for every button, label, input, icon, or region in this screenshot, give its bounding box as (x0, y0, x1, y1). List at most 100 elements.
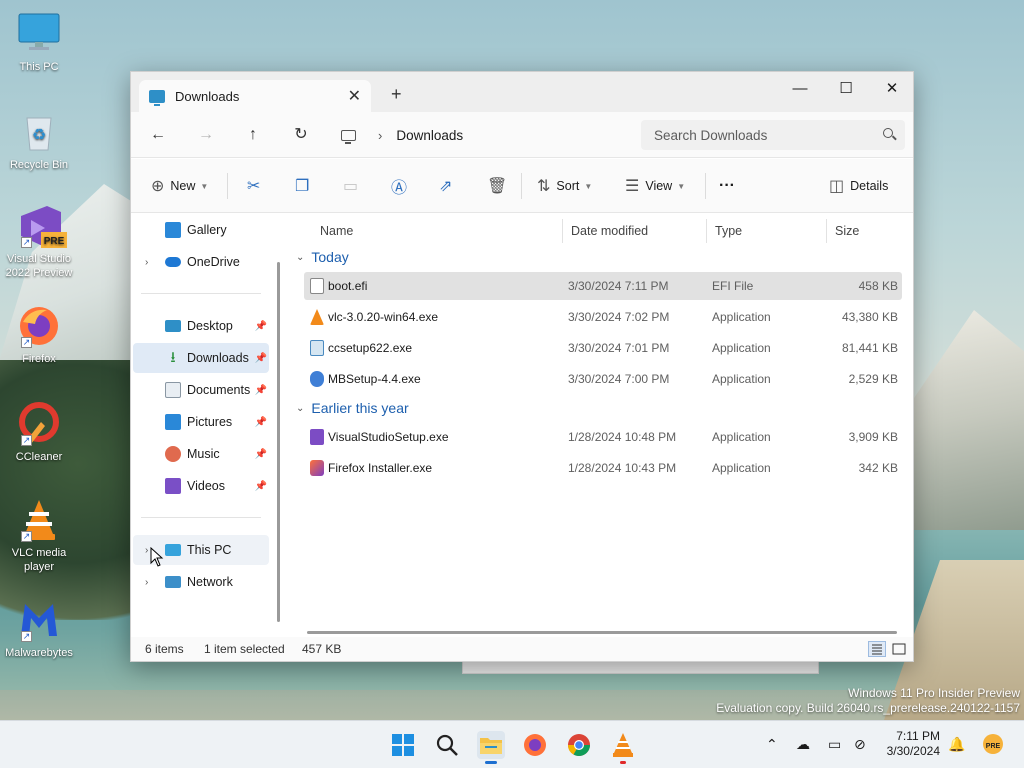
copilot-pre-icon[interactable]: PRE (982, 733, 1004, 758)
taskbar-chrome[interactable] (565, 731, 593, 759)
desktop-icon (165, 320, 181, 332)
taskbar-firefox[interactable] (521, 731, 549, 759)
paste-button[interactable]: ▭ (343, 175, 364, 197)
nav-item-downloads[interactable]: ⭳ Downloads 📌 (133, 343, 269, 373)
column-header-date-modified[interactable]: Date modified (562, 219, 706, 243)
blank-file-icon (310, 278, 324, 294)
nav-item-label: Documents (187, 383, 251, 397)
nav-item-pictures[interactable]: Pictures 📌 (133, 407, 269, 437)
pin-icon[interactable]: 📌 (255, 449, 267, 460)
nav-item-gallery[interactable]: Gallery (133, 215, 269, 245)
display-icon[interactable]: ▭ (828, 736, 841, 753)
horizontal-scrollbar[interactable] (307, 631, 897, 634)
cut-button[interactable]: ✂ (247, 175, 266, 197)
nav-item-onedrive[interactable]: › OneDrive (133, 247, 269, 277)
desktop-icon-visual-studio[interactable]: PRE ↗ Visual Studio 2022 Preview (2, 204, 76, 280)
group-header-earlier-this-year[interactable]: ⌄ Earlier this year (296, 397, 409, 419)
tiles-view-button[interactable] (890, 641, 908, 657)
file-name: Firefox Installer.exe (328, 461, 433, 475)
column-header-type[interactable]: Type (706, 219, 826, 243)
refresh-icon[interactable]: ↻ (290, 124, 312, 146)
search-input[interactable] (654, 127, 864, 143)
desktop-icon-ccleaner[interactable]: ↗ CCleaner (2, 402, 76, 464)
forward-arrow-icon[interactable]: → (195, 124, 217, 146)
pin-icon[interactable]: 📌 (255, 353, 267, 364)
close-tab-icon[interactable]: ✕ (348, 86, 361, 106)
taskbar-file-explorer[interactable] (477, 731, 505, 764)
copy-icon: ❐ (295, 178, 310, 195)
malwarebytes-installer-icon (310, 371, 324, 387)
pin-icon[interactable]: 📌 (255, 417, 267, 428)
pin-icon[interactable]: 📌 (255, 385, 267, 396)
title-bar[interactable]: Downloads ✕ + — ☐ ✕ (131, 72, 913, 112)
breadcrumb[interactable]: › Downloads (337, 120, 627, 150)
taskbar-search-button[interactable] (433, 731, 461, 759)
notification-bell-icon[interactable]: 🔔 (948, 736, 965, 753)
chevron-right-icon[interactable]: › (145, 257, 148, 268)
minimize-button[interactable]: — (777, 72, 823, 104)
system-clock[interactable]: 7:11 PM 3/30/2024 (878, 729, 940, 759)
nav-item-network[interactable]: › Network (133, 567, 269, 597)
new-button[interactable]: ⊕ New ▼ (151, 175, 208, 197)
search-icon[interactable] (883, 128, 893, 138)
details-pane-button[interactable]: ◫ Details (829, 175, 888, 197)
new-tab-button[interactable]: + (391, 84, 402, 105)
chevron-right-icon[interactable]: › (145, 577, 148, 588)
desktop-icon-this-pc[interactable]: This PC (2, 12, 76, 74)
search-box[interactable] (641, 120, 905, 150)
rename-button[interactable]: Ⓐ (391, 175, 413, 197)
column-header-name[interactable]: Name (312, 219, 564, 243)
desktop-icon-malwarebytes[interactable]: ↗ Malwarebytes (2, 598, 76, 660)
taskbar-vlc[interactable] (609, 731, 637, 764)
status-selection: 1 item selected (204, 642, 285, 656)
desktop-icon-vlc[interactable]: ↗ VLC media player (2, 498, 76, 574)
copy-button[interactable]: ❐ (295, 175, 315, 197)
chevron-right-icon[interactable]: › (145, 545, 148, 556)
desktop-icon-label: Visual Studio 2022 Preview (5, 253, 73, 279)
file-row[interactable]: Firefox Installer.exe 1/28/2024 10:43 PM… (304, 454, 902, 482)
nav-divider (141, 293, 261, 294)
sort-button[interactable]: ⇅ Sort ▼ (537, 175, 592, 197)
share-button[interactable]: ⇗ (439, 175, 458, 197)
more-options-button[interactable]: ··· (719, 175, 735, 197)
pc-icon[interactable] (341, 129, 356, 144)
file-type: Application (712, 372, 771, 386)
maximize-button[interactable]: ☐ (823, 72, 869, 104)
close-window-button[interactable]: ✕ (869, 72, 915, 104)
active-app-indicator (485, 761, 497, 764)
up-arrow-icon[interactable]: ↑ (242, 124, 264, 146)
pre-badge: PRE (44, 236, 65, 247)
nav-item-music[interactable]: Music 📌 (133, 439, 269, 469)
desktop-icon-recycle-bin[interactable]: ♻ Recycle Bin (2, 110, 76, 172)
file-row[interactable]: vlc-3.0.20-win64.exe 3/30/2024 7:02 PM A… (304, 303, 902, 331)
breadcrumb-downloads[interactable]: Downloads (396, 128, 463, 143)
tiles-view-icon (892, 643, 906, 655)
file-row[interactable]: MBSetup-4.4.exe 3/30/2024 7:00 PM Applic… (304, 365, 902, 393)
chevron-right-icon[interactable]: › (378, 128, 382, 143)
pin-icon[interactable]: 📌 (255, 321, 267, 332)
start-button[interactable] (389, 731, 417, 759)
delete-button[interactable]: 🗑 (487, 175, 513, 197)
nav-item-documents[interactable]: Documents 📌 (133, 375, 269, 405)
column-header-size[interactable]: Size (826, 219, 906, 243)
file-row[interactable]: VisualStudioSetup.exe 1/28/2024 10:48 PM… (304, 423, 902, 451)
nav-pane-scrollbar[interactable] (277, 262, 280, 622)
nav-item-desktop[interactable]: Desktop 📌 (133, 311, 269, 341)
pin-icon[interactable]: 📌 (255, 481, 267, 492)
tab-title: Downloads (175, 88, 240, 104)
group-header-label: Today (311, 249, 349, 265)
view-button[interactable]: ☰ View ▼ (625, 175, 685, 197)
details-button-label: Details (850, 179, 889, 193)
file-row[interactable]: boot.efi 3/30/2024 7:11 PM EFI File 458 … (304, 272, 902, 300)
tab-downloads[interactable]: Downloads ✕ (139, 80, 371, 112)
group-header-today[interactable]: ⌄ Today (296, 246, 349, 268)
desktop-icon-firefox[interactable]: ↗ Firefox (2, 304, 76, 366)
details-view-button[interactable] (868, 641, 886, 657)
file-row[interactable]: ccsetup622.exe 3/30/2024 7:01 PM Applica… (304, 334, 902, 362)
status-selection-size: 457 KB (302, 642, 342, 656)
onedrive-offline-icon[interactable]: ☁ (796, 736, 810, 753)
back-arrow-icon[interactable]: ← (147, 124, 169, 146)
show-hidden-icons-chevron-icon[interactable]: ⌃ (766, 736, 778, 753)
network-disconnected-icon[interactable]: ⊘ (854, 736, 866, 753)
nav-item-videos[interactable]: Videos 📌 (133, 471, 269, 501)
